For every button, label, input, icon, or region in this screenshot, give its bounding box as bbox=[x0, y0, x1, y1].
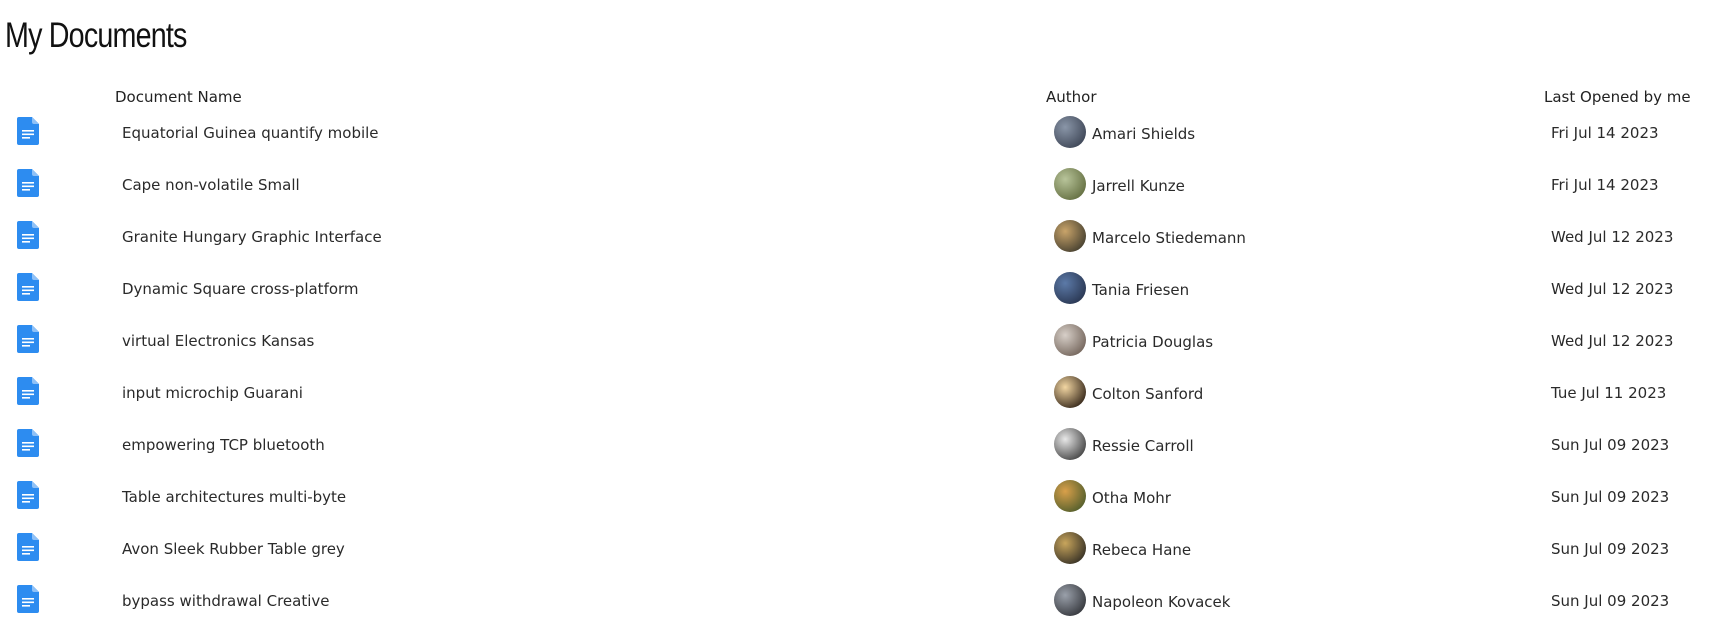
document-name[interactable]: empowering TCP bluetooth bbox=[122, 436, 325, 454]
author-name: Patricia Douglas bbox=[1092, 333, 1214, 351]
author-avatar bbox=[1054, 584, 1086, 616]
author-name: Jarrell Kunze bbox=[1092, 177, 1185, 195]
document-name[interactable]: Cape non-volatile Small bbox=[122, 176, 300, 194]
document-row[interactable]: input microchip Guarani Colton Sanford Tue… bbox=[0, 367, 1718, 419]
author-avatar bbox=[1054, 428, 1086, 460]
last-opened-date: Sun Jul 09 2023 bbox=[1551, 488, 1670, 506]
author-name: Amari Shields bbox=[1092, 125, 1196, 143]
document-row[interactable]: Granite Hungary Graphic Interface Marcelo… bbox=[0, 211, 1718, 263]
document-icon bbox=[17, 169, 39, 197]
last-opened-date: Wed Jul 12 2023 bbox=[1551, 280, 1674, 298]
document-name[interactable]: virtual Electronics Kansas bbox=[122, 332, 314, 350]
document-icon bbox=[17, 481, 39, 509]
author-name: Tania Friesen bbox=[1092, 281, 1190, 299]
document-name[interactable]: input microchip Guarani bbox=[122, 384, 303, 402]
document-row[interactable]: Cape non-volatile Small Jarrell Kunze Fri … bbox=[0, 159, 1718, 211]
last-opened-date: Sun Jul 09 2023 bbox=[1551, 540, 1670, 558]
author-name: Rebeca Hane bbox=[1092, 541, 1192, 559]
document-icon bbox=[17, 533, 39, 561]
last-opened-date: Sun Jul 09 2023 bbox=[1551, 436, 1670, 454]
document-name[interactable]: bypass withdrawal Creative bbox=[122, 592, 330, 610]
document-row[interactable]: Dynamic Square cross-platform Tania Fries… bbox=[0, 263, 1718, 315]
document-row[interactable]: bypass withdrawal Creative Napoleon Kovac… bbox=[0, 575, 1718, 627]
last-opened-date: Fri Jul 14 2023 bbox=[1551, 176, 1659, 194]
document-row[interactable]: empowering TCP bluetooth Ressie Carroll Su… bbox=[0, 419, 1718, 471]
document-icon bbox=[17, 377, 39, 405]
column-header-last-opened[interactable]: Last Opened by me bbox=[1544, 88, 1691, 106]
author-avatar bbox=[1054, 324, 1086, 356]
document-name[interactable]: Table architectures multi-byte bbox=[122, 488, 346, 506]
document-row[interactable]: Equatorial Guinea quantify mobile Amari S… bbox=[0, 107, 1718, 159]
document-name[interactable]: Granite Hungary Graphic Interface bbox=[122, 228, 382, 246]
page-title: My Documents bbox=[5, 16, 187, 55]
author-name: Napoleon Kovacek bbox=[1092, 593, 1231, 611]
author-avatar bbox=[1054, 168, 1086, 200]
last-opened-date: Fri Jul 14 2023 bbox=[1551, 124, 1659, 142]
document-name[interactable]: Avon Sleek Rubber Table grey bbox=[122, 540, 345, 558]
author-name: Marcelo Stiedemann bbox=[1092, 229, 1246, 247]
author-name: Colton Sanford bbox=[1092, 385, 1204, 403]
document-row[interactable]: Avon Sleek Rubber Table grey Rebeca Hane S… bbox=[0, 523, 1718, 575]
author-avatar bbox=[1054, 272, 1086, 304]
document-icon bbox=[17, 221, 39, 249]
author-avatar bbox=[1054, 532, 1086, 564]
author-avatar bbox=[1054, 376, 1086, 408]
author-avatar bbox=[1054, 480, 1086, 512]
last-opened-date: Wed Jul 12 2023 bbox=[1551, 228, 1674, 246]
document-icon bbox=[17, 585, 39, 613]
author-avatar bbox=[1054, 116, 1086, 148]
document-name[interactable]: Equatorial Guinea quantify mobile bbox=[122, 124, 379, 142]
document-icon bbox=[17, 429, 39, 457]
column-header-document-name[interactable]: Document Name bbox=[115, 88, 242, 106]
author-avatar bbox=[1054, 220, 1086, 252]
column-header-author[interactable]: Author bbox=[1046, 88, 1097, 106]
documents-list: Equatorial Guinea quantify mobile Amari S… bbox=[0, 107, 1718, 627]
last-opened-date: Tue Jul 11 2023 bbox=[1551, 384, 1667, 402]
document-icon bbox=[17, 325, 39, 353]
author-name: Ressie Carroll bbox=[1092, 437, 1194, 455]
last-opened-date: Wed Jul 12 2023 bbox=[1551, 332, 1674, 350]
document-name[interactable]: Dynamic Square cross-platform bbox=[122, 280, 359, 298]
last-opened-date: Sun Jul 09 2023 bbox=[1551, 592, 1670, 610]
document-icon bbox=[17, 117, 39, 145]
author-name: Otha Mohr bbox=[1092, 489, 1171, 507]
document-row[interactable]: Table architectures multi-byte Otha Mohr S… bbox=[0, 471, 1718, 523]
document-icon bbox=[17, 273, 39, 301]
document-row[interactable]: virtual Electronics Kansas Patricia Dougl… bbox=[0, 315, 1718, 367]
